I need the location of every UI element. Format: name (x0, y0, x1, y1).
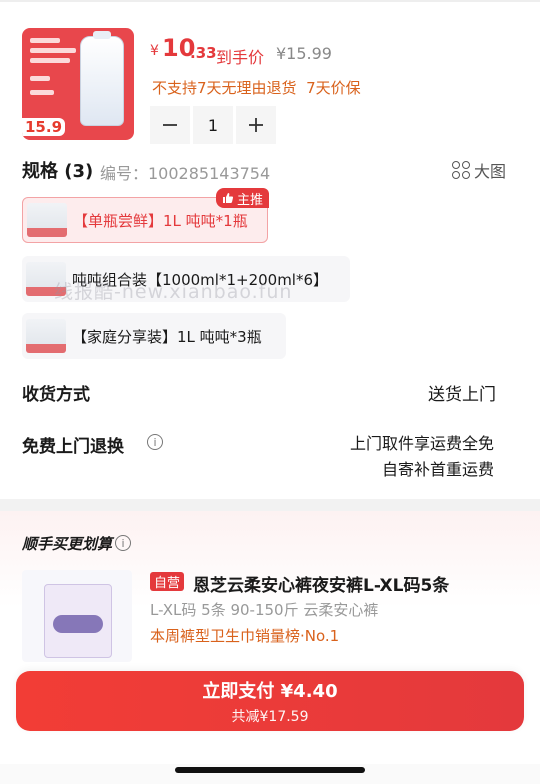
product-thumbnail[interactable]: 15.9 (22, 28, 134, 140)
quantity-stepper: 1 (150, 106, 276, 144)
option-thumbnail (26, 319, 66, 353)
pants-package-image (44, 584, 112, 658)
recommend-product-image[interactable] (22, 570, 132, 662)
main-recommend-badge: 主推 (216, 188, 270, 208)
option-label: 【家庭分享装】1L 吨吨*3瓶 (72, 327, 262, 346)
quantity-value[interactable]: 1 (193, 106, 233, 144)
pay-discount-label: 共减¥17.59 (231, 708, 309, 725)
big-image-label: 大图 (474, 162, 507, 181)
watermark: 线报酷-new.xianbao.fun (54, 281, 293, 303)
recommend-product-name[interactable]: 恩芝云柔安心裤夜安裤L-XL码5条 (193, 571, 449, 596)
plus-icon (249, 118, 263, 132)
item-code: 编号：100285143754 (100, 164, 271, 183)
section-divider (0, 499, 540, 511)
return-pickup-text: 上门取件享运费全免 (349, 434, 494, 453)
delivery-label: 收货方式 (22, 385, 90, 405)
price-decimal: .33 (190, 44, 217, 62)
main-badge-label: 主推 (237, 192, 264, 208)
info-icon[interactable]: i (147, 434, 163, 450)
recommend-product-spec: L-XL码 5条 90-150斤 云柔安心裤 (150, 601, 379, 619)
option-label: 【单瓶尝鲜】1L 吨吨*1瓶 (73, 211, 248, 230)
service-tags: 不支持7天无理由退货 7天价保 (152, 79, 361, 97)
pay-now-button[interactable]: 立即支付 ¥4.40 共减¥17.59 (16, 671, 524, 731)
pay-main-label: 立即支付 ¥4.40 (202, 680, 338, 702)
increase-button[interactable] (236, 106, 276, 144)
thumbnail-price: 15.9 (22, 118, 66, 136)
delivery-value[interactable]: 送货上门 (428, 380, 496, 405)
price-currency: ¥ (150, 43, 159, 59)
decrease-button[interactable] (150, 106, 190, 144)
minus-icon (163, 124, 177, 126)
milk-bottle-image (80, 31, 124, 126)
spec-option-3[interactable]: 【家庭分享装】1L 吨吨*3瓶 (22, 313, 286, 359)
option-thumbnail (27, 203, 67, 237)
big-image-button[interactable]: 大图 (452, 158, 506, 182)
self-operated-badge: 自营 (150, 572, 185, 591)
home-indicator[interactable] (175, 767, 365, 773)
recommend-title: 顺手买更划算 (22, 535, 113, 553)
return-selfship-text: 自寄补首重运费 (381, 460, 494, 479)
thumbs-up-icon (223, 193, 234, 203)
top-divider (0, 0, 540, 2)
info-icon[interactable]: i (115, 535, 131, 551)
original-price: ¥15.99 (276, 44, 332, 63)
grid-icon (452, 161, 470, 179)
return-label: 免费上门退换 (22, 437, 124, 457)
recommend-rank: 本周裤型卫生巾销量榜·No.1 (150, 627, 340, 645)
final-price-label: 到手价 (216, 48, 265, 67)
spec-title: 规格 (3) (22, 161, 94, 182)
